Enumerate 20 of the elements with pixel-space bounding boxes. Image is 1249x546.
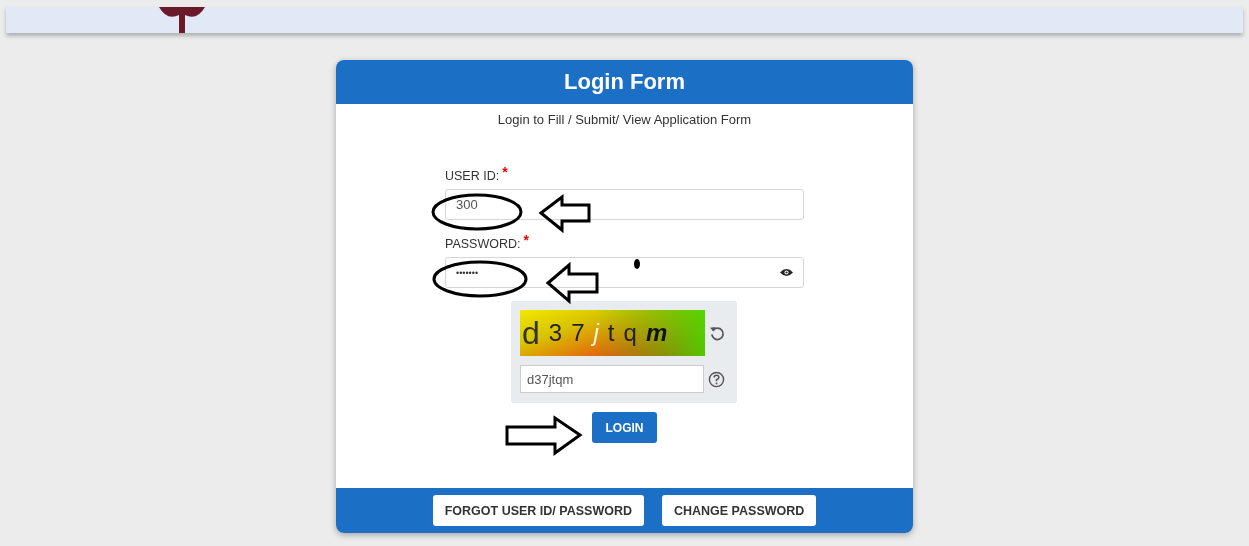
required-mark: * (502, 165, 508, 179)
password-field[interactable]: ••••••• (445, 257, 804, 288)
eye-icon[interactable] (780, 268, 793, 277)
help-icon[interactable] (708, 370, 725, 388)
footer-button[interactable]: FORGOT USER ID/ PASSWORD (432, 495, 644, 526)
required-mark: * (523, 233, 529, 247)
form-subtitle: Login to Fill / Submit/ View Application Form (496, 112, 753, 127)
login-button[interactable]: LOGIN (592, 412, 657, 443)
field-label: USER ID: (445, 169, 500, 183)
user-id-field[interactable]: 300 (445, 189, 804, 220)
form-title: Login Form (564, 69, 685, 95)
refresh-icon[interactable] (709, 324, 726, 342)
captcha-field[interactable]: d37jtqm (520, 365, 704, 393)
captcha-image: d 3 7 j t q m (520, 310, 705, 356)
field-label: PASSWORD: (445, 237, 521, 251)
arrow-annotation (538, 193, 591, 234)
logo-icon (157, 7, 207, 33)
annotation-dot (634, 259, 640, 269)
footer-button[interactable]: CHANGE PASSWORD (661, 495, 817, 526)
arrow-annotation (545, 261, 599, 305)
